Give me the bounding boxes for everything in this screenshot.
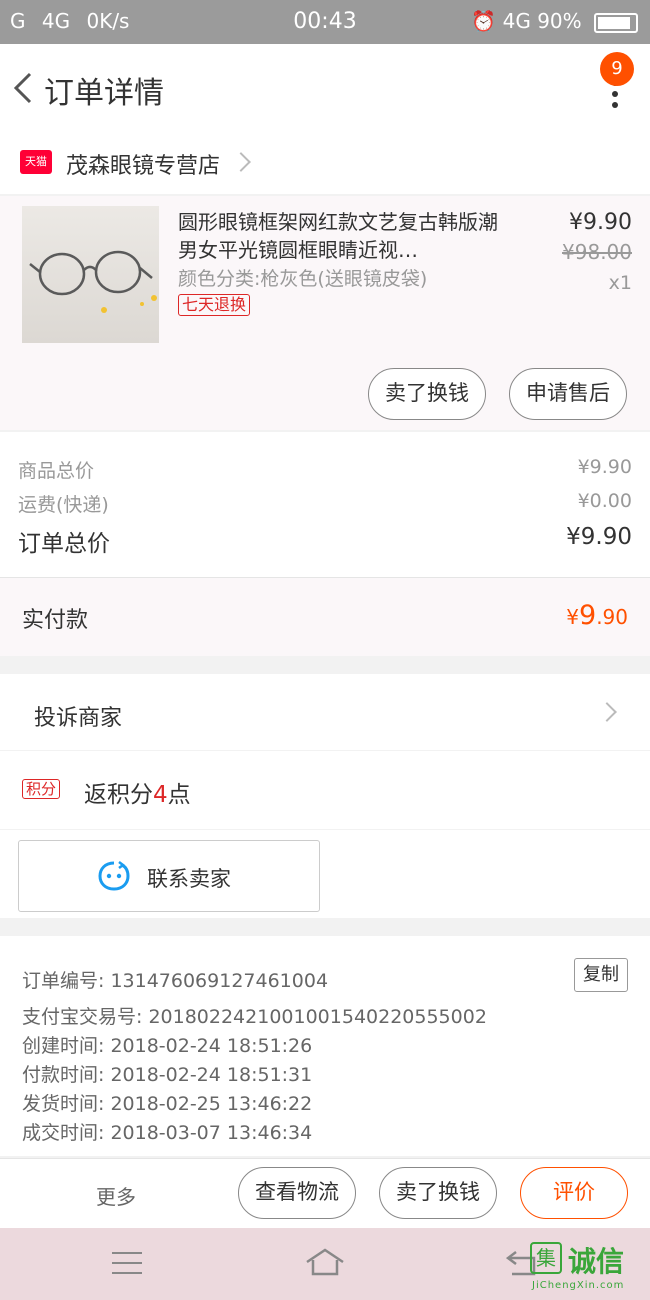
- message-badge: 9: [600, 52, 634, 86]
- battery-icon: [594, 12, 638, 33]
- product-image[interactable]: [22, 206, 159, 343]
- points-suffix: 点: [167, 782, 191, 808]
- sell-button[interactable]: 卖了换钱: [368, 368, 486, 420]
- copy-button[interactable]: 复制: [574, 958, 628, 992]
- shipping-label: 运费(快递): [18, 494, 109, 516]
- page-title: 订单详情: [44, 76, 164, 111]
- shop-row[interactable]: 天猫 茂森眼镜专营店: [0, 130, 650, 194]
- order-info: 订单编号: 131476069127461004 复制 支付宝交易号: 2018…: [0, 936, 650, 1156]
- item-original-price: ¥98.00: [562, 240, 632, 264]
- shipping-value: ¥0.00: [577, 490, 632, 512]
- review-button[interactable]: 评价: [520, 1167, 628, 1219]
- action-bar: 更多 查看物流 卖了换钱 评价: [0, 1158, 650, 1228]
- points-badge: 积分: [22, 779, 61, 799]
- shipped-time: 发货时间: 2018-02-25 13:46:22: [22, 1093, 313, 1115]
- nav-bar: 订单详情 9: [0, 44, 650, 130]
- goods-total-value: ¥9.90: [577, 456, 632, 478]
- paid-currency: ¥: [566, 605, 579, 629]
- order-total-value: ¥9.90: [566, 524, 632, 550]
- order-number: 订单编号: 131476069127461004: [22, 970, 329, 992]
- watermark-text: 诚信: [568, 1245, 625, 1278]
- tmall-icon: 天猫: [20, 150, 52, 174]
- chevron-right-icon: [231, 152, 251, 172]
- item-price: ¥9.90: [569, 210, 632, 235]
- home-icon[interactable]: [304, 1246, 346, 1278]
- paid-integer: 9: [579, 600, 597, 631]
- paid-amount: ¥9.90: [566, 600, 628, 631]
- contact-seller-label: 联系卖家: [147, 867, 231, 891]
- view-logistics-button[interactable]: 查看物流: [238, 1167, 356, 1219]
- complain-row[interactable]: 投诉商家: [0, 674, 650, 750]
- points-text: 返积分4点: [84, 775, 191, 809]
- paid-row: 实付款 ¥9.90: [0, 578, 650, 656]
- points-row: 积分 返积分4点: [0, 751, 650, 829]
- chevron-right-icon: [597, 702, 617, 722]
- watermark-logo: 集 诚信 JiChengXin.com: [530, 1242, 642, 1296]
- order-item[interactable]: 圆形眼镜框架网红款文艺复古韩版潮男女平光镜圆框眼睛近视… 颜色分类:枪灰色(送眼…: [0, 196, 650, 430]
- network-type: 4G: [502, 9, 531, 33]
- item-quantity: x1: [608, 272, 632, 294]
- paid-label: 实付款: [22, 608, 89, 633]
- alarm-icon: ⏰: [471, 9, 497, 33]
- system-nav-bar: 集 诚信 JiChengXin.com: [0, 1228, 650, 1300]
- watermark-logo-mark: 集: [530, 1242, 562, 1274]
- shop-name: 茂森眼镜专营店: [66, 154, 221, 179]
- paid-time: 付款时间: 2018-02-24 18:51:31: [22, 1064, 313, 1086]
- status-bar: G 4G 0K/s 00:43 ⏰ 4G 90%: [0, 0, 650, 44]
- after-sale-button[interactable]: 申请售后: [509, 368, 627, 420]
- price-summary: 商品总价 ¥9.90 运费(快递) ¥0.00 订单总价 ¥9.90: [0, 432, 650, 578]
- order-total-label: 订单总价: [18, 531, 110, 557]
- menu-icon[interactable]: [112, 1252, 142, 1282]
- sell-for-cash-button[interactable]: 卖了换钱: [379, 1167, 497, 1219]
- complain-label: 投诉商家: [34, 706, 123, 731]
- completed-time: 成交时间: 2018-03-07 13:46:34: [22, 1122, 313, 1144]
- return-policy-badge: 七天退换: [178, 294, 251, 316]
- paid-decimal: .90: [596, 605, 628, 629]
- watermark-subtext: JiChengXin.com: [532, 1280, 625, 1291]
- points-prefix: 返积分: [84, 782, 153, 808]
- glasses-image: [29, 250, 157, 313]
- contact-seller-button[interactable]: 联系卖家: [18, 840, 320, 912]
- product-title[interactable]: 圆形眼镜框架网红款文艺复古韩版潮男女平光镜圆框眼睛近视…: [178, 208, 498, 264]
- contact-row: 联系卖家: [0, 830, 650, 918]
- goods-total-label: 商品总价: [18, 460, 95, 482]
- chat-bubble-icon: [98, 861, 130, 891]
- alipay-number: 支付宝交易号: 2018022421001001540220555002: [22, 1006, 487, 1028]
- status-right: ⏰ 4G 90%: [471, 9, 638, 33]
- more-button[interactable]: 更多: [96, 1181, 136, 1210]
- points-value: 4: [153, 782, 168, 808]
- back-arrow-icon[interactable]: [12, 70, 36, 106]
- battery-percent: 90%: [537, 9, 582, 33]
- product-spec: 颜色分类:枪灰色(送眼镜皮袋): [178, 268, 428, 290]
- created-time: 创建时间: 2018-02-24 18:51:26: [22, 1035, 313, 1057]
